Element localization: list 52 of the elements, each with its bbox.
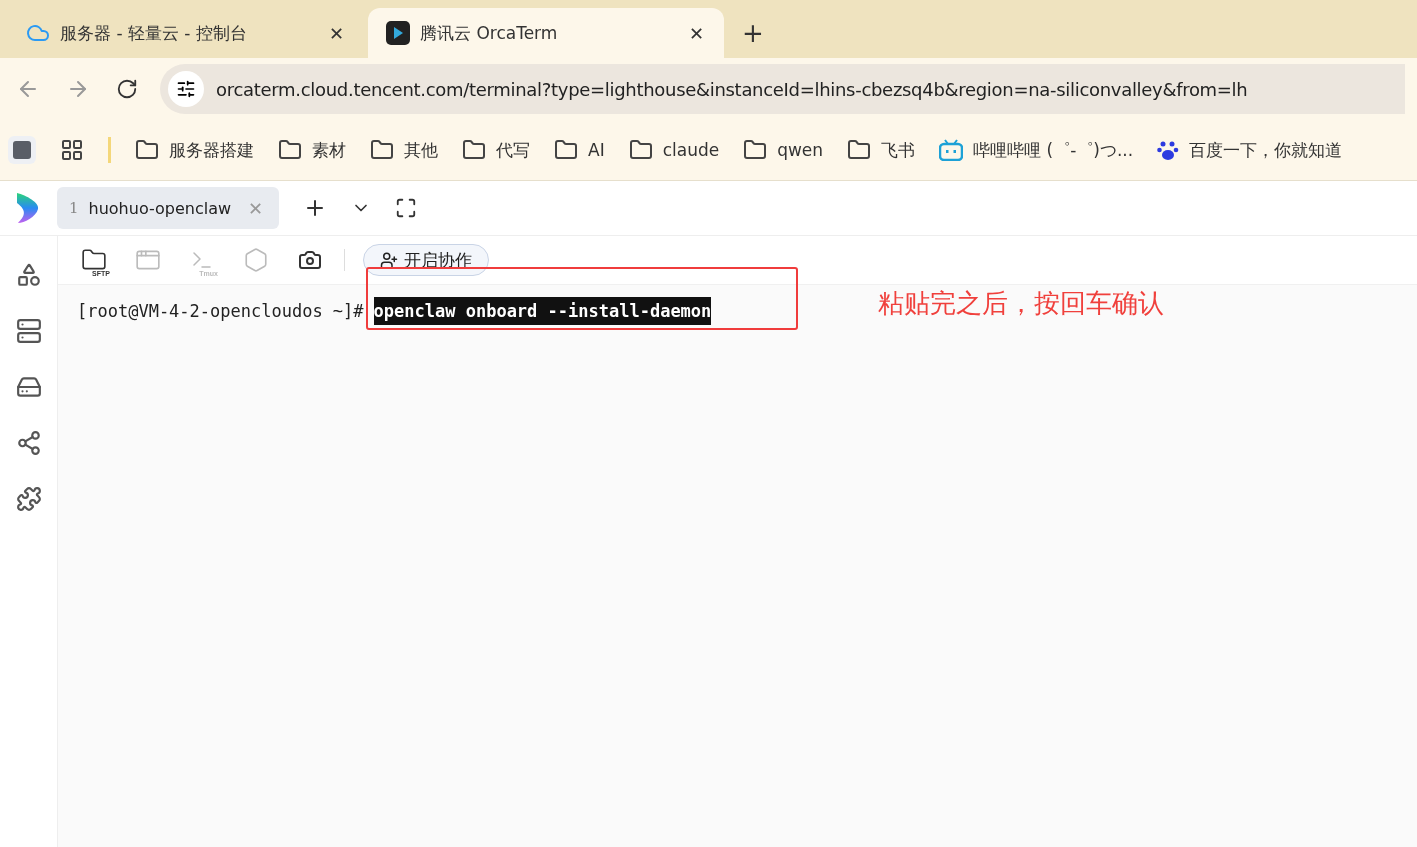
bookmark-link[interactable]: 其他 (370, 138, 438, 162)
drive-icon (15, 374, 42, 400)
folder-icon (462, 138, 486, 162)
session-tab[interactable]: 1 huohuo-openclaw ✕ (57, 187, 279, 229)
orcaterm-logo-icon (14, 191, 40, 225)
browser-tab[interactable]: 腾讯云 OrcaTerm ✕ (368, 8, 724, 58)
reload-icon (116, 78, 138, 100)
bookmark-link[interactable]: 素材 (278, 138, 346, 162)
bookmark-link[interactable]: qwen (743, 138, 824, 162)
camera-icon (298, 248, 322, 272)
bookmark-link[interactable]: 代写 (462, 138, 530, 162)
sidebar-button[interactable] (15, 486, 42, 512)
puzzle-icon (15, 486, 42, 512)
apps-grid-icon[interactable] (60, 138, 84, 162)
folder-icon (628, 138, 653, 162)
fullscreen-icon (395, 197, 417, 219)
folder-icon (135, 138, 159, 162)
sidebar-button[interactable] (15, 374, 42, 400)
annotation-note: 粘贴完之后，按回车确认 (878, 287, 1164, 320)
server-icon (15, 318, 42, 344)
sidebar-button[interactable] (15, 262, 42, 288)
bookmark-link[interactable]: 服务器搭建 (135, 138, 254, 162)
terminal-prompt: [root@VM-4-2-opencloudos ~]# (77, 301, 364, 321)
folder-icon (278, 138, 302, 162)
address-bar[interactable]: orcaterm.cloud.tencent.com/terminal?type=lighthouse&instanceId=lhins-cbezsq4b&region=na-siliconvalley&from=lh (160, 64, 1405, 114)
site-settings-icon[interactable] (168, 71, 204, 107)
share-icon (15, 430, 42, 456)
folder-icon (743, 138, 768, 162)
url-text: orcaterm.cloud.tencent.com/terminal?type=lighthouse&instanceId=lhins-cbezsq4b&region=na-siliconvalley&from=lh (216, 78, 1248, 100)
square-icon[interactable] (8, 136, 36, 164)
apps-icon (15, 262, 42, 288)
terminal-command: openclaw onboard --install-daemon (373, 297, 712, 325)
close-tab-button[interactable]: ✕ (684, 20, 708, 46)
hexagon-icon (243, 247, 269, 273)
paw-icon (1157, 139, 1180, 161)
bookmark-link[interactable]: 百度一下，你就知道 (1157, 138, 1343, 162)
tv-icon (939, 139, 964, 161)
folder-icon (847, 138, 872, 162)
sliders-icon (176, 79, 196, 99)
bookmark-link[interactable]: AI (554, 138, 605, 162)
sidebar-button[interactable] (15, 318, 42, 344)
browser-tab[interactable]: 服务器 - 轻量云 - 控制台 ✕ (8, 8, 364, 58)
new-tab-button[interactable]: + (728, 8, 778, 58)
add-user-icon (380, 251, 398, 269)
bookmark-link[interactable]: claude (628, 138, 720, 162)
bookmark-link[interactable]: 哔哩哔哩 (゜-゜)つ... (939, 138, 1134, 162)
close-tab-button[interactable]: ✕ (324, 20, 348, 46)
bookmark-link[interactable]: 飞书 (847, 138, 916, 162)
folder-icon (370, 138, 394, 162)
app-logo-icon (386, 21, 410, 45)
sidebar-button[interactable] (15, 430, 42, 456)
folder-icon (554, 138, 578, 162)
